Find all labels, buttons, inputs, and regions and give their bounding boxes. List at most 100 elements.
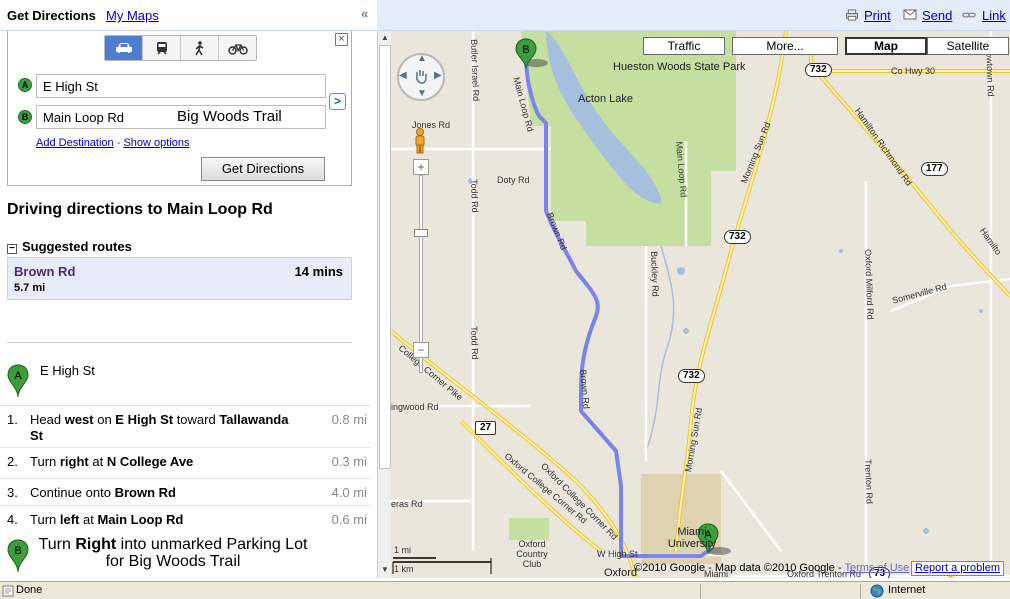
- direction-step[interactable]: 1. Head west on E High St toward Tallawan…: [0, 405, 370, 447]
- origin-input[interactable]: E High St: [36, 74, 326, 98]
- direction-step[interactable]: 4. Turn left at Main Loop Rd 0.6 mi: [0, 505, 370, 531]
- lake-label: Acton Lake: [578, 93, 634, 105]
- pan-down-icon[interactable]: ▼: [417, 88, 427, 99]
- suggested-routes-label: Suggested routes: [22, 239, 132, 254]
- end-marker-icon[interactable]: B: [7, 539, 29, 573]
- swap-locations-button[interactable]: >: [329, 93, 346, 110]
- map-graphics: B A: [391, 31, 1010, 578]
- transit-icon: [156, 41, 167, 55]
- collapse-panel-button[interactable]: «: [361, 6, 373, 22]
- close-form-button[interactable]: ×: [335, 33, 348, 46]
- step-number: 3.: [7, 485, 18, 500]
- destination-extra-text: Big Woods Trail: [177, 108, 282, 125]
- road-label: W High St: [597, 549, 638, 559]
- traffic-button[interactable]: Traffic: [643, 37, 725, 55]
- destination-input[interactable]: Main Loop Rd Big Woods Trail: [36, 105, 326, 129]
- get-directions-button[interactable]: Get Directions: [201, 157, 325, 181]
- email-icon[interactable]: [903, 9, 917, 21]
- tab-get-directions[interactable]: Get Directions: [7, 8, 96, 23]
- road-label: ingwood Rd: [391, 402, 439, 412]
- route-distance: 5.7 mi: [14, 282, 46, 294]
- scale-km-label: 1 km: [394, 564, 414, 574]
- panel-tabs: Get Directions My Maps «: [0, 0, 377, 31]
- route-shield-icon: 732: [805, 63, 832, 77]
- link-link[interactable]: Link: [982, 8, 1006, 23]
- pan-control[interactable]: ▲ ▼ ◀ ▶: [397, 53, 445, 101]
- collapse-minus-icon[interactable]: −: [7, 244, 17, 254]
- print-link[interactable]: Print: [864, 8, 891, 23]
- more-button[interactable]: More...: [732, 37, 838, 55]
- send-link[interactable]: Send: [922, 8, 952, 23]
- road-label: Trenton Rd: [863, 459, 875, 505]
- end-marker-letter: B: [14, 545, 21, 557]
- route-time: 14 mins: [294, 264, 343, 279]
- mode-bicycling-button[interactable]: [219, 36, 256, 60]
- mode-walking-button[interactable]: [181, 36, 219, 60]
- scroll-down-icon[interactable]: ▼: [379, 564, 391, 576]
- print-icon[interactable]: [845, 9, 859, 21]
- scroll-up-icon[interactable]: ▲: [379, 32, 391, 44]
- scroll-thumb[interactable]: [379, 45, 391, 469]
- browser-status-bar: Done Internet: [0, 581, 1010, 599]
- destination-input-value: Main Loop Rd: [43, 110, 124, 125]
- step-text-part: at: [88, 454, 107, 469]
- step-number: 2.: [7, 454, 18, 469]
- mode-transit-button[interactable]: [143, 36, 181, 60]
- status-text: Done: [16, 584, 43, 596]
- zoom-out-button[interactable]: −: [413, 342, 429, 358]
- step-road-name: Brown Rd: [114, 485, 176, 500]
- pan-right-icon[interactable]: ▶: [434, 70, 442, 81]
- road-label: Todd Rd: [469, 179, 481, 213]
- pond: [923, 528, 929, 534]
- hand-icon: [416, 70, 427, 84]
- satellite-view-button[interactable]: Satellite: [927, 37, 1009, 55]
- start-location-label: E High St: [40, 363, 95, 378]
- pan-up-icon[interactable]: ▲: [417, 53, 427, 64]
- terms-of-use-link[interactable]: Terms of Use: [844, 562, 909, 574]
- form-links-separator: -: [113, 137, 124, 149]
- direction-step[interactable]: 3. Continue onto Brown Rd 4.0 mi: [0, 478, 370, 505]
- mode-driving-button[interactable]: [105, 36, 143, 60]
- directions-panel: Get Directions My Maps « × A E High St B…: [0, 0, 377, 581]
- link-icon[interactable]: [962, 9, 976, 21]
- park-label: Hueston Woods State Park: [613, 61, 746, 73]
- map-view-button[interactable]: Map: [845, 37, 927, 55]
- road-label: Doty Rd: [497, 175, 530, 185]
- end-instruction: Turn Right into unmarked Parking Lot for…: [38, 536, 308, 570]
- route-option-card[interactable]: Brown Rd 14 mins 5.7 mi: [7, 257, 352, 300]
- pan-left-icon[interactable]: ◀: [399, 70, 407, 81]
- map-toolbar: Print Send Link: [377, 0, 1010, 31]
- end-instruction-post: into unmarked Parking Lot for Big Woods …: [105, 536, 308, 570]
- step-number: 4.: [7, 512, 18, 527]
- panel-scrollbar[interactable]: ▲ ▼: [377, 31, 391, 578]
- map-canvas[interactable]: B A Hueston Woods State Park Acton Lake …: [391, 31, 1010, 578]
- road-label: eras Rd: [391, 499, 423, 509]
- street-view-pegman-icon[interactable]: [413, 128, 427, 154]
- globe-icon: [870, 584, 884, 598]
- status-divider: [860, 584, 861, 598]
- zoom-in-button[interactable]: +: [413, 159, 429, 175]
- add-destination-link[interactable]: Add Destination: [36, 137, 114, 149]
- step-distance: 0.6 mi: [331, 512, 367, 527]
- map-marker-b-letter: B: [522, 44, 529, 56]
- step-text-part: toward: [173, 412, 220, 427]
- step-instruction: Turn right at N College Ave: [30, 454, 300, 470]
- route-name: Brown Rd: [14, 264, 76, 279]
- car-icon: [115, 43, 132, 53]
- step-instruction: Head west on E High St toward Tallawanda…: [30, 412, 300, 444]
- bike-icon: [227, 43, 248, 55]
- tab-my-maps[interactable]: My Maps: [106, 8, 159, 23]
- start-marker-icon[interactable]: A: [7, 364, 29, 398]
- zoom-slider-handle[interactable]: [414, 229, 428, 237]
- report-problem-link[interactable]: Report a problem: [911, 561, 1004, 576]
- suggested-routes-header[interactable]: − Suggested routes: [7, 239, 132, 254]
- step-text-part: on: [93, 412, 116, 427]
- direction-step[interactable]: 2. Turn right at N College Ave 0.3 mi: [0, 447, 370, 478]
- route-shield-icon: 27: [475, 421, 497, 435]
- zoom-control: + −: [413, 159, 429, 389]
- section-divider: [7, 342, 352, 343]
- place-label: Oxford: [604, 567, 638, 578]
- destination-marker-icon: B: [18, 110, 32, 124]
- show-options-link[interactable]: Show options: [123, 137, 189, 149]
- end-instruction-pre: Turn: [38, 536, 76, 553]
